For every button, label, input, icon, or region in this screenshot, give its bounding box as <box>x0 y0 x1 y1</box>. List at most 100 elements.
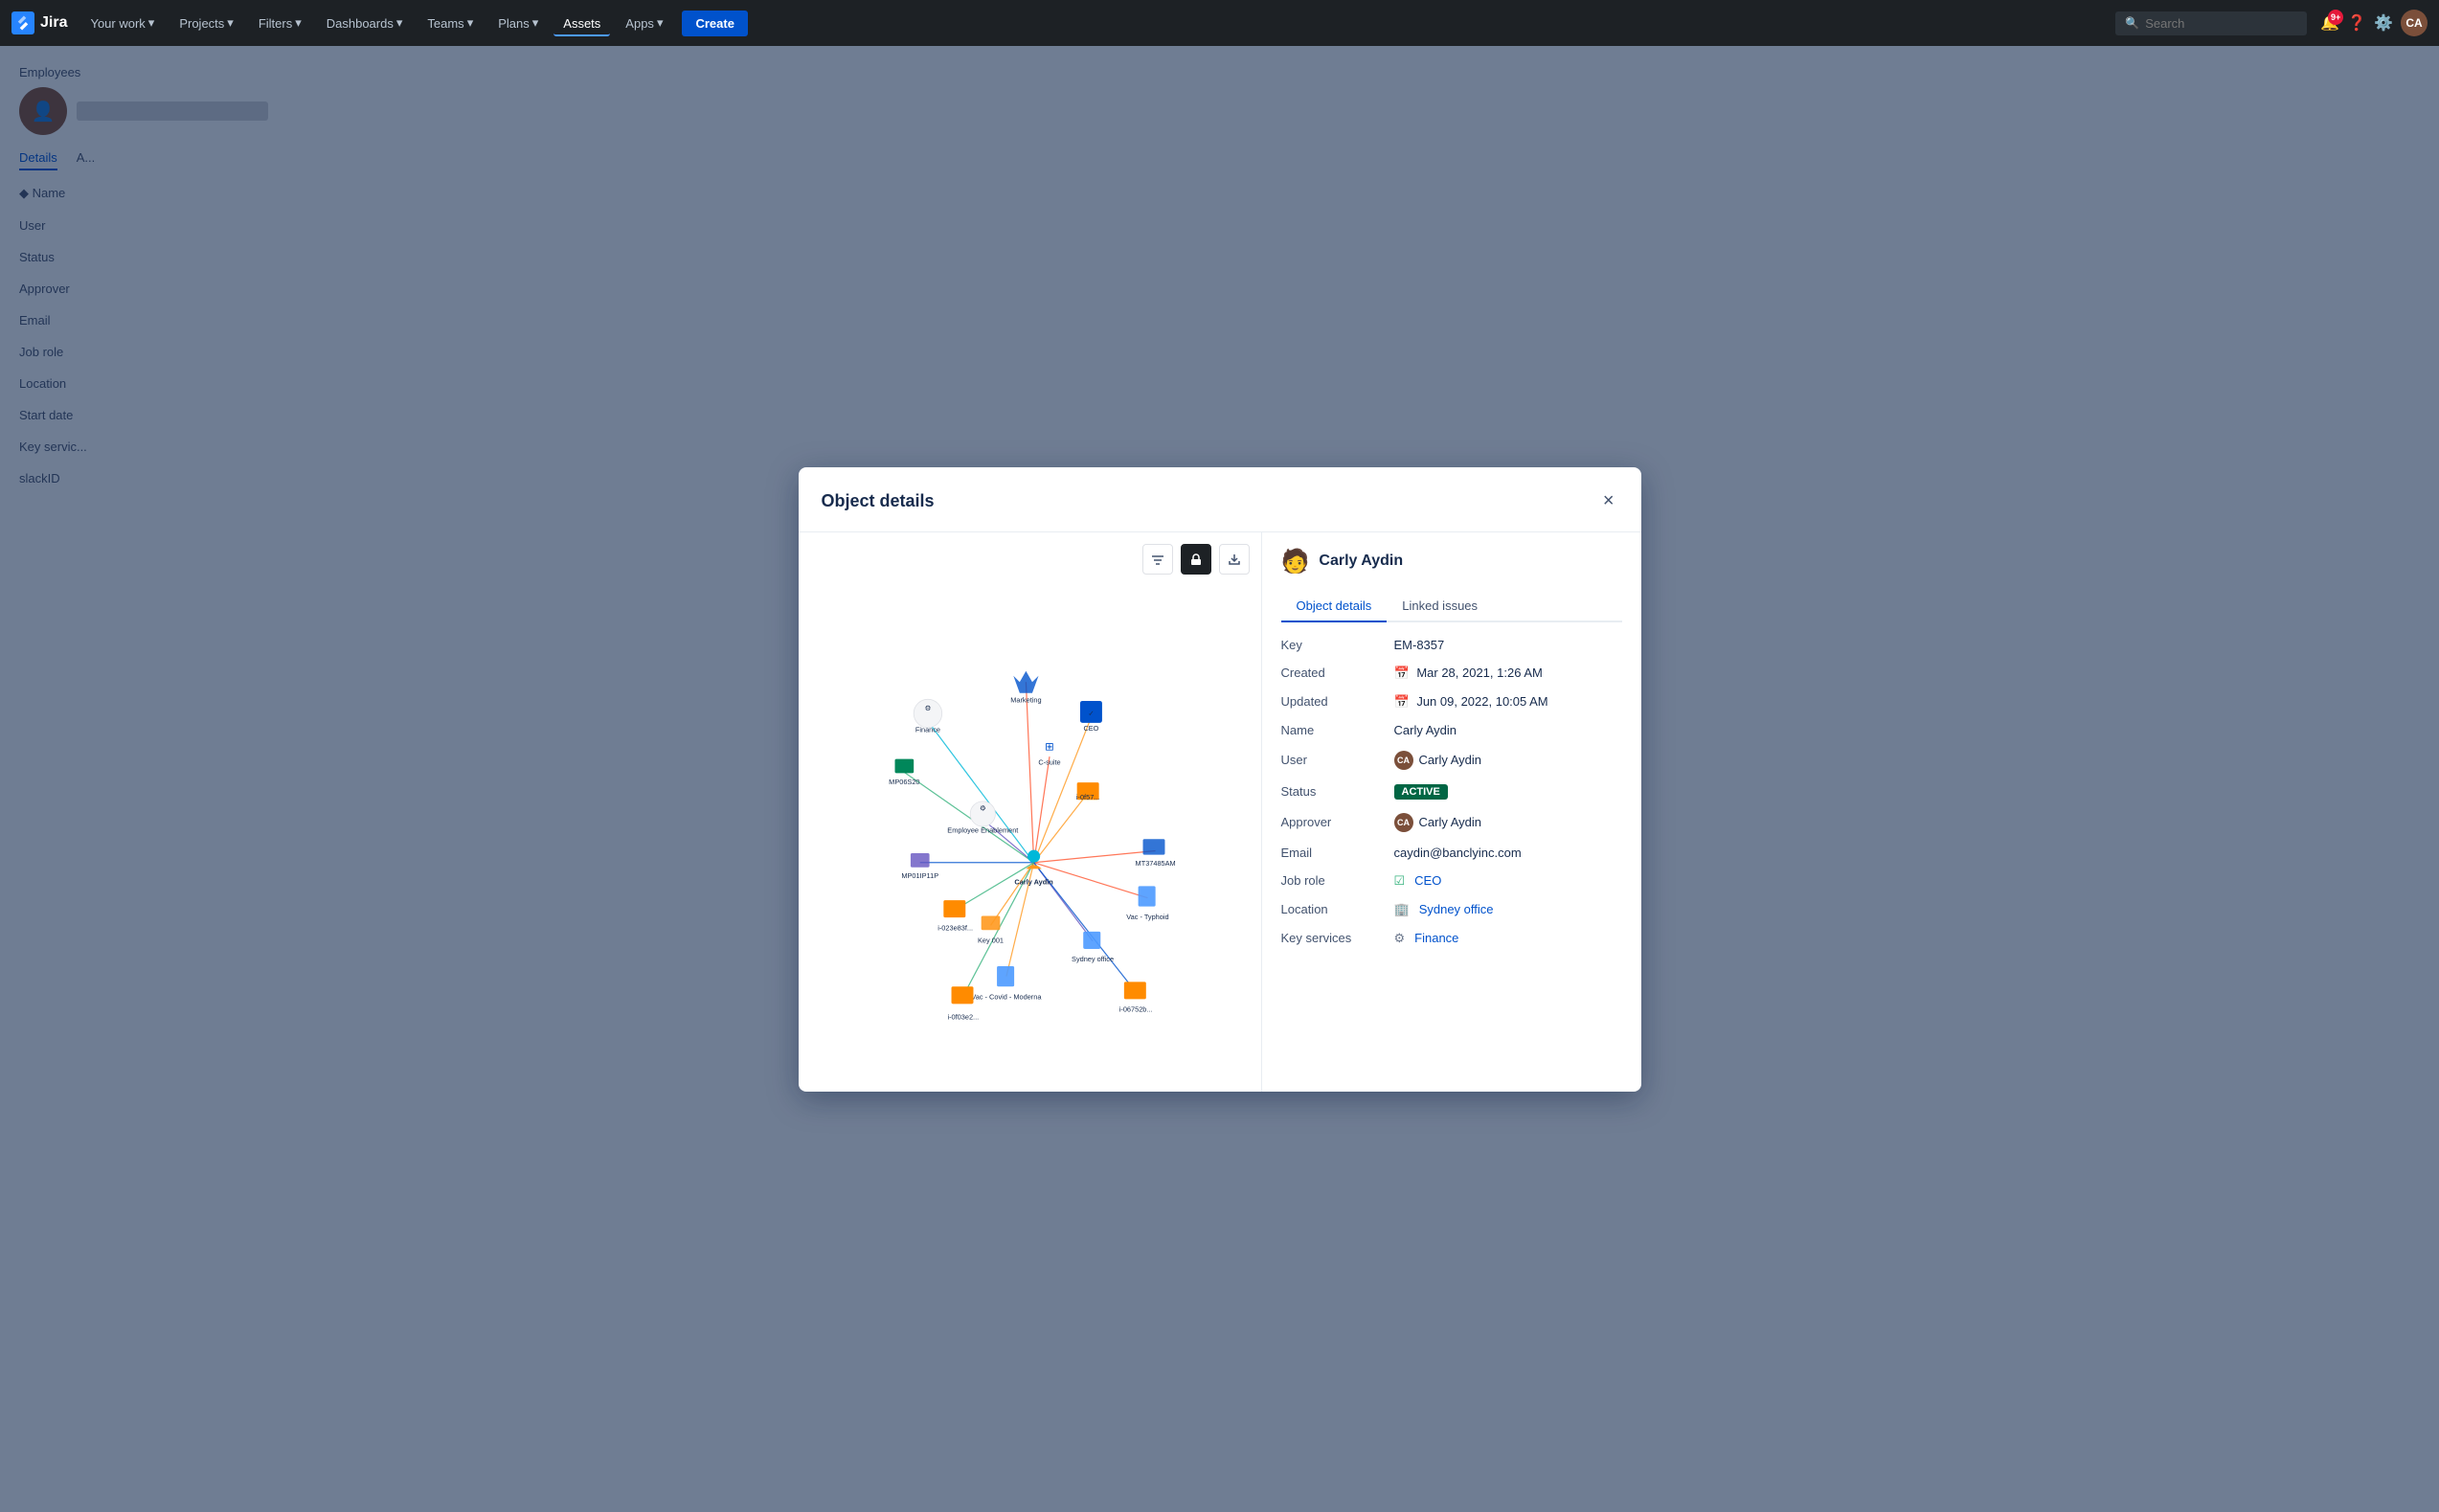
status-badge: ACTIVE <box>1394 784 1448 800</box>
field-updated-value: 📅 Jun 09, 2022, 10:05 AM <box>1394 694 1622 710</box>
graph-svg: ⚙ Finance Marketing ✓ CEO MP0 <box>810 582 1250 1080</box>
notification-badge: 9+ <box>2328 10 2343 25</box>
field-user-value: CA Carly Aydin <box>1394 751 1622 770</box>
graph-toolbar <box>810 544 1250 575</box>
modal-title: Object details <box>822 491 935 511</box>
nav-filters[interactable]: Filters ▾ <box>249 10 311 36</box>
svg-text:Employee Enablement: Employee Enablement <box>947 825 1018 834</box>
svg-text:Vac - Typhoid: Vac - Typhoid <box>1126 912 1168 920</box>
chevron-down-icon: ▾ <box>227 15 234 31</box>
field-user: User CA Carly Aydin <box>1281 751 1622 770</box>
field-key: Key EM-8357 <box>1281 638 1622 652</box>
nav-apps[interactable]: Apps ▾ <box>616 10 672 36</box>
svg-text:✓: ✓ <box>1088 709 1094 717</box>
field-updated: Updated 📅 Jun 09, 2022, 10:05 AM <box>1281 694 1622 710</box>
field-keyservices: Key services ⚙ Finance <box>1281 931 1622 946</box>
field-email-label: Email <box>1281 846 1387 860</box>
nav-right-icons: 🔔 9+ ❓ ⚙️ CA <box>2320 10 2428 36</box>
field-keyservices-label: Key services <box>1281 931 1387 945</box>
svg-text:Sydney office: Sydney office <box>1072 955 1114 963</box>
field-status-value: ACTIVE <box>1394 783 1622 800</box>
check-icon: ☑ <box>1394 873 1406 889</box>
tab-object-details[interactable]: Object details <box>1281 591 1388 622</box>
nav-projects[interactable]: Projects ▾ <box>169 10 243 36</box>
search-input[interactable] <box>2145 16 2297 31</box>
field-status: Status ACTIVE <box>1281 783 1622 800</box>
nav-your-work[interactable]: Your work ▾ <box>80 10 164 36</box>
svg-text:i-023e83f...: i-023e83f... <box>937 923 973 932</box>
svg-text:⊞: ⊞ <box>1045 741 1054 753</box>
field-created: Created 📅 Mar 28, 2021, 1:26 AM <box>1281 666 1622 681</box>
calendar-icon: 📅 <box>1394 694 1410 709</box>
field-created-label: Created <box>1281 666 1387 680</box>
chevron-down-icon: ▾ <box>148 15 155 31</box>
field-email-value: caydin@banclyinc.com <box>1394 846 1622 860</box>
search-bar[interactable]: 🔍 <box>2115 11 2307 35</box>
svg-text:MT37485AM: MT37485AM <box>1135 859 1175 868</box>
modal-header: Object details × <box>799 467 1641 532</box>
field-name-label: Name <box>1281 723 1387 737</box>
relationship-graph[interactable]: ⚙ Finance Marketing ✓ CEO MP0 <box>810 582 1250 1080</box>
svg-text:Finance: Finance <box>915 725 939 733</box>
field-keyservices-value[interactable]: ⚙ Finance <box>1394 931 1622 946</box>
person-name: Carly Aydin <box>1319 553 1403 570</box>
chevron-down-icon: ▾ <box>396 15 403 31</box>
nav-assets[interactable]: Assets <box>553 11 610 36</box>
lock-button[interactable] <box>1181 544 1211 575</box>
svg-text:C-suite: C-suite <box>1038 757 1060 766</box>
user-avatar-small: CA <box>1394 751 1413 770</box>
svg-text:Key 001: Key 001 <box>978 936 1004 944</box>
filter-button[interactable] <box>1142 544 1173 575</box>
svg-text:i-0f57...: i-0f57... <box>1075 793 1099 801</box>
object-details-modal: Object details × <box>799 467 1641 1092</box>
svg-text:CEO: CEO <box>1083 724 1098 733</box>
chevron-down-icon: ▾ <box>467 15 474 31</box>
field-name-value: Carly Aydin <box>1394 723 1622 737</box>
jira-logo[interactable]: Jira <box>11 11 67 34</box>
field-name: Name Carly Aydin <box>1281 723 1622 737</box>
field-jobrole: Job role ☑ CEO <box>1281 873 1622 889</box>
svg-text:i-0f03e2...: i-0f03e2... <box>947 1012 979 1021</box>
close-button[interactable]: × <box>1599 486 1618 516</box>
export-button[interactable] <box>1219 544 1250 575</box>
user-avatar[interactable]: CA <box>2401 10 2428 36</box>
modal-overlay[interactable]: Object details × <box>0 46 2439 1512</box>
details-panel: 🧑 Carly Aydin Object details Linked issu… <box>1262 532 1641 1092</box>
svg-text:MP06S20: MP06S20 <box>889 777 919 785</box>
approver-avatar-small: CA <box>1394 813 1413 832</box>
svg-text:Marketing: Marketing <box>1010 695 1041 704</box>
person-header: 🧑 Carly Aydin <box>1281 548 1622 575</box>
help-icon[interactable]: ❓ <box>2347 13 2366 33</box>
field-created-value: 📅 Mar 28, 2021, 1:26 AM <box>1394 666 1622 681</box>
nav-plans[interactable]: Plans ▾ <box>488 10 548 36</box>
svg-text:⚙: ⚙ <box>924 703 931 711</box>
field-key-label: Key <box>1281 638 1387 652</box>
field-email: Email caydin@banclyinc.com <box>1281 846 1622 860</box>
nav-teams[interactable]: Teams ▾ <box>418 10 483 36</box>
details-tabs: Object details Linked issues <box>1281 591 1622 622</box>
search-icon: 🔍 <box>2125 16 2139 30</box>
modal-body: ⚙ Finance Marketing ✓ CEO MP0 <box>799 532 1641 1092</box>
field-updated-label: Updated <box>1281 694 1387 709</box>
svg-text:Carly Aydin: Carly Aydin <box>1014 877 1053 886</box>
tab-linked-issues[interactable]: Linked issues <box>1387 591 1493 622</box>
nav-dashboards[interactable]: Dashboards ▾ <box>317 10 413 36</box>
share-icon: ⚙ <box>1394 931 1406 946</box>
create-button[interactable]: Create <box>682 11 747 36</box>
field-approver: Approver CA Carly Aydin <box>1281 813 1622 832</box>
field-jobrole-value[interactable]: ☑ CEO <box>1394 873 1622 889</box>
building-icon: 🏢 <box>1394 902 1410 917</box>
svg-text:Vac - Covid - Moderna: Vac - Covid - Moderna <box>971 992 1042 1001</box>
field-key-value: EM-8357 <box>1394 638 1622 652</box>
field-status-label: Status <box>1281 784 1387 799</box>
settings-icon[interactable]: ⚙️ <box>2374 13 2393 33</box>
field-user-label: User <box>1281 753 1387 767</box>
calendar-icon: 📅 <box>1394 666 1410 680</box>
field-location-value[interactable]: 🏢 Sydney office <box>1394 902 1622 917</box>
field-approver-value: CA Carly Aydin <box>1394 813 1622 832</box>
svg-text:i-06752b...: i-06752b... <box>1118 1004 1152 1013</box>
chevron-down-icon: ▾ <box>532 15 539 31</box>
svg-text:⚙: ⚙ <box>980 803 986 812</box>
top-navigation: Jira Your work ▾ Projects ▾ Filters ▾ Da… <box>0 0 2439 46</box>
notifications-icon[interactable]: 🔔 9+ <box>2320 13 2339 33</box>
